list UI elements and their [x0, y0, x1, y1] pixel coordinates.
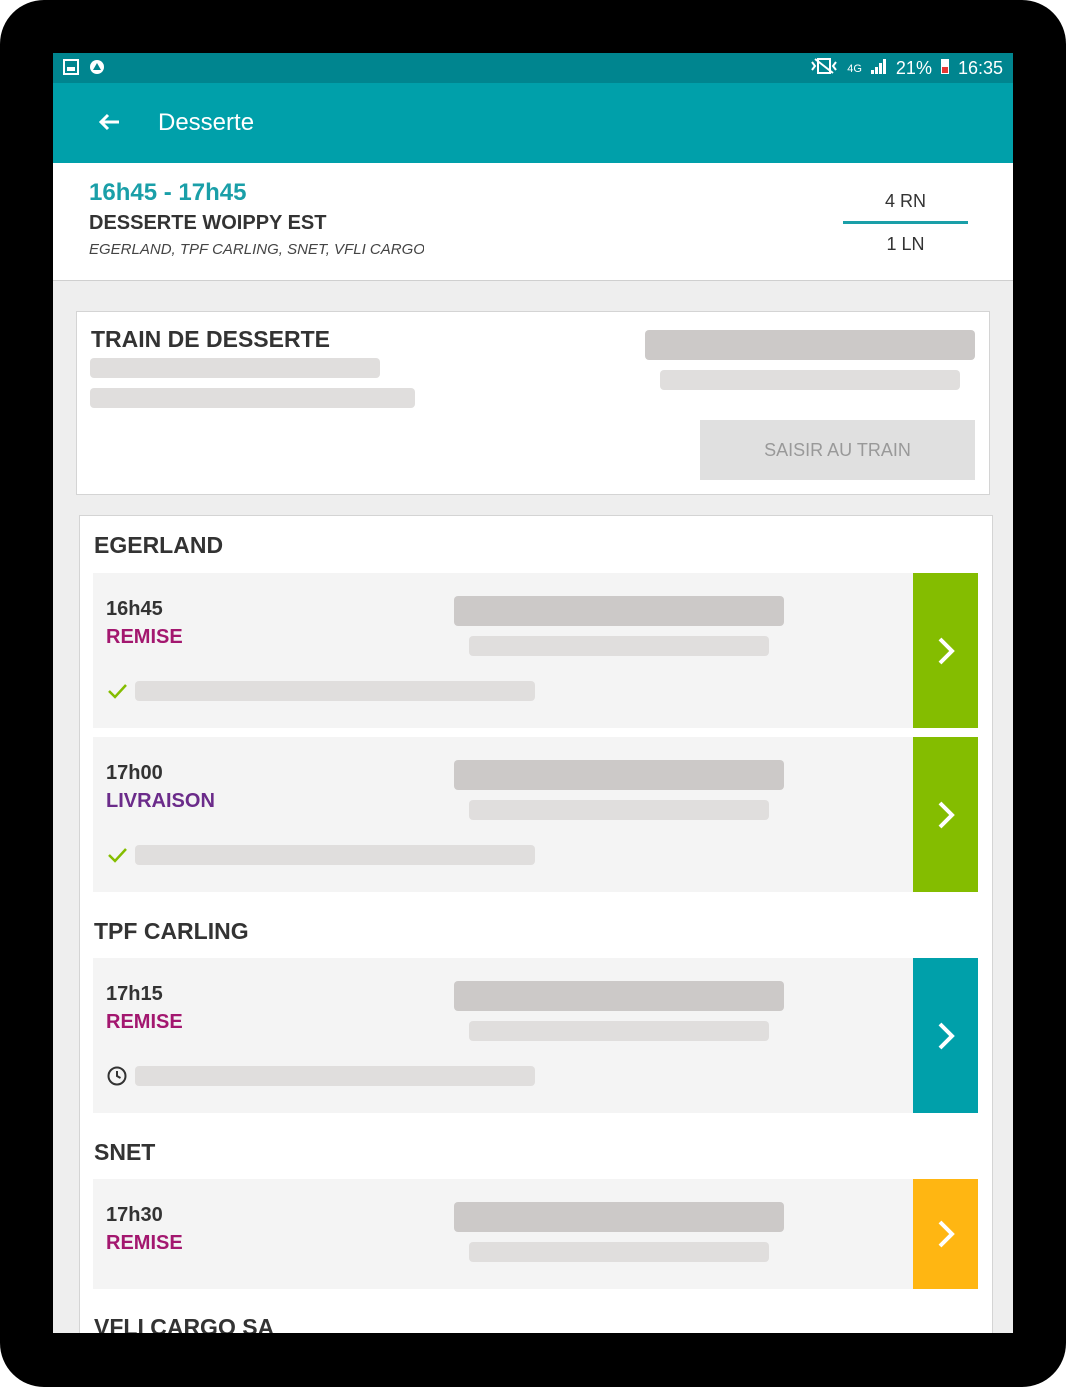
stops-list: EGERLAND 16h45 REMISE 17h00 LIVRAISON TP… [79, 515, 993, 1333]
check-icon [108, 684, 127, 699]
notification-icon [89, 59, 105, 75]
stop-row[interactable]: 17h15 REMISE [93, 958, 978, 1113]
placeholder-block [454, 596, 784, 626]
placeholder-line [90, 388, 415, 408]
count-divider [843, 221, 968, 224]
device-frame: 4G 21% 16:35 Desserte 16h45 - 17h45 DESS… [0, 0, 1066, 1387]
section-title-egerland: EGERLAND [94, 532, 224, 558]
chevron-right-icon [938, 801, 955, 828]
back-button[interactable] [91, 105, 127, 141]
stop-type: REMISE [106, 1232, 183, 1254]
stop-type: LIVRAISON [106, 790, 215, 812]
app-bar: Desserte [53, 83, 1013, 163]
open-stop-button[interactable] [913, 737, 978, 892]
placeholder-line [660, 370, 960, 390]
placeholder-block [454, 1202, 784, 1232]
app-bar-title: Desserte [158, 109, 255, 136]
stop-row[interactable]: 17h00 LIVRAISON [93, 737, 978, 892]
stop-time: 16h45 [106, 598, 163, 620]
placeholder-line [135, 1066, 535, 1086]
train-title: TRAIN DE DESSERTE [91, 326, 330, 352]
placeholder-block [454, 981, 784, 1011]
network-type: 4G [847, 62, 862, 75]
section-title-vfli-cargo: VFLI CARGO SA [94, 1314, 275, 1333]
open-stop-button[interactable] [913, 958, 978, 1113]
status-bar: 4G 21% 16:35 [53, 53, 1013, 83]
desserte-title: DESSERTE WOIPPY EST [89, 212, 327, 234]
placeholder-line [90, 358, 380, 378]
back-arrow-icon [98, 113, 119, 131]
open-stop-button[interactable] [913, 573, 978, 728]
section-title-tpf-carling: TPF CARLING [94, 918, 249, 944]
placeholder-line [469, 636, 769, 656]
section-title-snet: SNET [94, 1139, 156, 1165]
chevron-right-icon [938, 1022, 955, 1049]
desserte-header: 16h45 - 17h45 DESSERTE WOIPPY EST EGERLA… [53, 163, 1013, 281]
battery-icon [940, 57, 950, 80]
stop-time: 17h15 [106, 983, 163, 1005]
check-icon [108, 848, 127, 863]
placeholder-block [454, 760, 784, 790]
stop-time: 17h30 [106, 1204, 163, 1226]
placeholder-line [135, 681, 535, 701]
rn-ln-counts: 4 RN 1 LN [843, 191, 968, 255]
clock-icon [107, 1066, 127, 1086]
vibrate-icon [809, 57, 839, 80]
placeholder-line [469, 800, 769, 820]
stop-type: REMISE [106, 1011, 183, 1033]
time-range: 16h45 - 17h45 [89, 179, 247, 206]
signal-icon [870, 57, 888, 80]
placeholder-line [469, 1021, 769, 1041]
placeholder-line [469, 1242, 769, 1262]
open-stop-button[interactable] [913, 1179, 978, 1289]
chevron-right-icon [938, 1220, 955, 1248]
battery-level: 21% [895, 58, 932, 78]
stop-row[interactable]: 16h45 REMISE [93, 573, 978, 728]
desserte-clients: EGERLAND, TPF CARLING, SNET, VFLI CARGO … [89, 241, 424, 258]
clock-time: 16:35 [957, 58, 1003, 78]
chevron-right-icon [938, 637, 955, 664]
placeholder-line [135, 845, 535, 865]
stop-time: 17h00 [106, 762, 163, 784]
image-icon [63, 59, 79, 75]
screen: 4G 21% 16:35 Desserte 16h45 - 17h45 DESS… [53, 53, 1013, 1333]
train-card: TRAIN DE DESSERTE SAISIR AU TRAIN [76, 311, 990, 495]
rn-count: 4 RN [884, 191, 926, 211]
stop-row[interactable]: 17h30 REMISE [93, 1179, 978, 1289]
placeholder-block [645, 330, 975, 360]
stop-type: REMISE [106, 626, 183, 648]
saisir-au-train-button[interactable]: SAISIR AU TRAIN [700, 420, 975, 480]
ln-count: 1 LN [886, 234, 925, 254]
